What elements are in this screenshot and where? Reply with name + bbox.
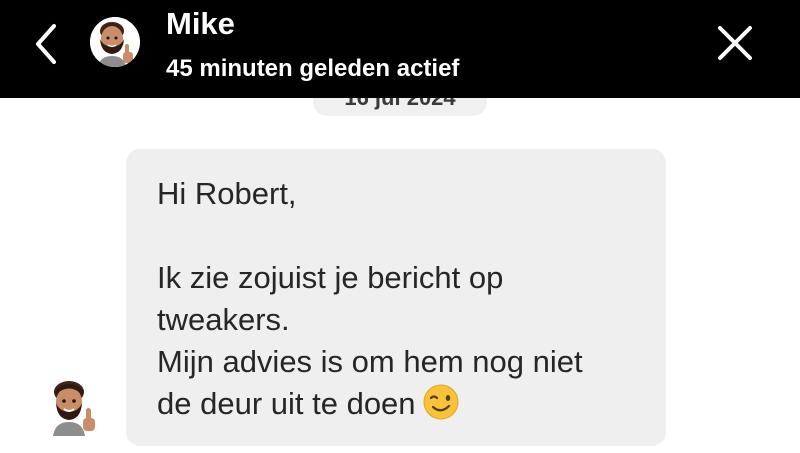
chat-header: Mike 45 minuten geleden actief bbox=[0, 0, 800, 98]
activity-status: 45 minuten geleden actief bbox=[166, 55, 460, 82]
message-line-last: de deur uit te doen bbox=[157, 383, 636, 425]
message-line: tweakers. bbox=[157, 302, 290, 337]
close-icon bbox=[718, 26, 752, 60]
chat-screen: 16 jul 2024 bbox=[0, 0, 800, 453]
back-button[interactable] bbox=[24, 20, 68, 68]
memoji-avatar-icon bbox=[90, 17, 140, 67]
contact-name[interactable]: Mike bbox=[166, 4, 235, 44]
message-bubble[interactable]: Hi Robert, Ik zie zojuist je bericht op … bbox=[126, 149, 666, 446]
chevron-left-icon bbox=[36, 24, 56, 64]
close-button[interactable] bbox=[712, 20, 758, 66]
memoji-avatar-icon bbox=[53, 381, 95, 436]
message-line: Hi Robert, bbox=[157, 176, 297, 211]
sender-avatar[interactable] bbox=[45, 378, 101, 436]
winking-face-emoji-icon bbox=[422, 383, 460, 421]
message-line: Mijn advies is om hem nog niet bbox=[157, 344, 583, 379]
message-line: Ik zie zojuist je bericht op bbox=[157, 260, 504, 295]
message-line-text: de deur uit te doen bbox=[157, 386, 416, 421]
header-avatar[interactable] bbox=[90, 17, 140, 67]
